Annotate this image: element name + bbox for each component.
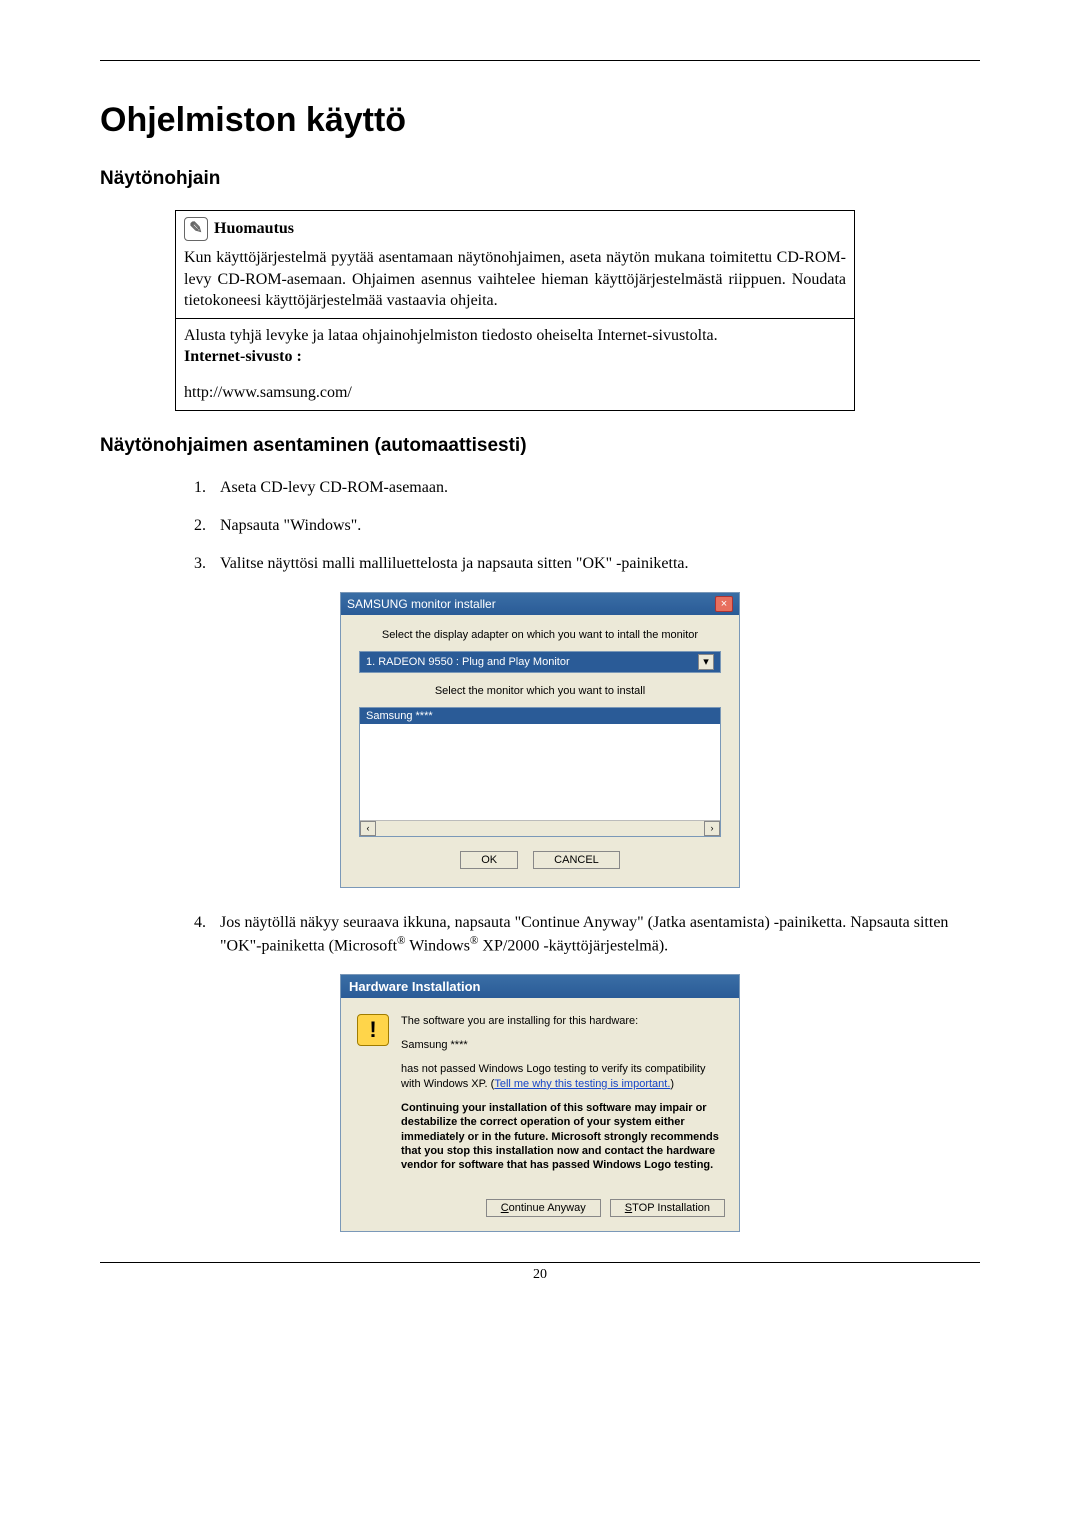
adapter-select[interactable]: 1. RADEON 9550 : Plug and Play Monitor ▾	[359, 651, 721, 673]
step-2: Napsauta "Windows".	[210, 515, 980, 537]
steps-list-cont: Jos näytöllä näkyy seuraava ikkuna, naps…	[210, 912, 980, 958]
note-icon: ✎	[184, 217, 208, 241]
hw-link[interactable]: Tell me why this testing is important.	[494, 1078, 670, 1090]
section-heading-driver: Näytönohjain	[100, 168, 980, 190]
adapter-selected: 1. RADEON 9550 : Plug and Play Monitor	[366, 656, 570, 668]
note-label: Huomautus	[214, 218, 294, 240]
step-4: Jos näytöllä näkyy seuraava ikkuna, naps…	[210, 912, 980, 958]
step-4-text-b: Windows	[406, 937, 470, 954]
step-1: Aseta CD-levy CD-ROM-asemaan.	[210, 477, 980, 499]
installer-title: SAMSUNG monitor installer	[347, 597, 496, 611]
note-header: ✎ Huomautus	[184, 217, 846, 241]
figure-hardware-install: Hardware Installation ! The software you…	[100, 974, 980, 1232]
close-icon[interactable]: ×	[715, 596, 733, 612]
hardware-title: Hardware Installation	[341, 975, 739, 998]
hardware-dialog: Hardware Installation ! The software you…	[340, 974, 740, 1232]
note-box: ✎ Huomautus Kun käyttöjärjestelmä pyytää…	[175, 210, 855, 411]
page-title: Ohjelmiston käyttö	[100, 101, 980, 140]
reg-mark-1: ®	[397, 935, 406, 947]
hw-line2: Samsung ****	[401, 1038, 723, 1052]
horizontal-scrollbar[interactable]: ‹ ›	[360, 820, 720, 836]
installer-titlebar: SAMSUNG monitor installer ×	[341, 593, 739, 615]
internet-site-label: Internet-sivusto :	[184, 346, 846, 368]
ok-button[interactable]: OK	[460, 851, 518, 869]
chevron-down-icon[interactable]: ▾	[698, 654, 714, 670]
monitor-item[interactable]: Samsung ****	[360, 708, 720, 724]
page-number: 20	[100, 1262, 980, 1283]
step-3: Valitse näyttösi malli malliluettelosta …	[210, 553, 980, 575]
hw-line3: has not passed Windows Logo testing to v…	[401, 1062, 723, 1091]
hw-warning-text: Continuing your installation of this sof…	[401, 1101, 723, 1172]
cancel-button[interactable]: CANCEL	[533, 851, 620, 869]
hw-line1: The software you are installing for this…	[401, 1014, 723, 1028]
warning-icon: !	[357, 1014, 389, 1046]
continue-rest: ontinue Anyway	[509, 1202, 586, 1214]
scroll-right-icon[interactable]: ›	[704, 821, 720, 836]
monitor-listbox[interactable]: Samsung **** ‹ ›	[359, 707, 721, 837]
installer-label-monitor: Select the monitor which you want to ins…	[359, 685, 721, 697]
stop-rest: TOP Installation	[632, 1202, 710, 1214]
installer-label-adapter: Select the display adapter on which you …	[359, 629, 721, 641]
continue-underline: C	[501, 1202, 509, 1214]
figure-installer: SAMSUNG monitor installer × Select the d…	[100, 592, 980, 888]
hw-line3-b: )	[670, 1078, 674, 1090]
step-4-text-c: XP/2000 -käyttöjärjestelmä).	[478, 937, 668, 954]
internet-url: http://www.samsung.com/	[184, 382, 846, 404]
note-prep: Alusta tyhjä levyke ja lataa ohjainohjel…	[184, 325, 846, 347]
top-rule	[100, 60, 980, 61]
continue-anyway-button[interactable]: Continue Anyway	[486, 1199, 601, 1217]
section-heading-install: Näytönohjaimen asentaminen (automaattise…	[100, 435, 980, 457]
installer-dialog: SAMSUNG monitor installer × Select the d…	[340, 592, 740, 888]
steps-list: Aseta CD-levy CD-ROM-asemaan. Napsauta "…	[210, 477, 980, 576]
stop-installation-button[interactable]: STOP Installation	[610, 1199, 725, 1217]
note-body: Kun käyttöjärjestelmä pyytää asentamaan …	[184, 247, 846, 312]
scroll-left-icon[interactable]: ‹	[360, 821, 376, 836]
